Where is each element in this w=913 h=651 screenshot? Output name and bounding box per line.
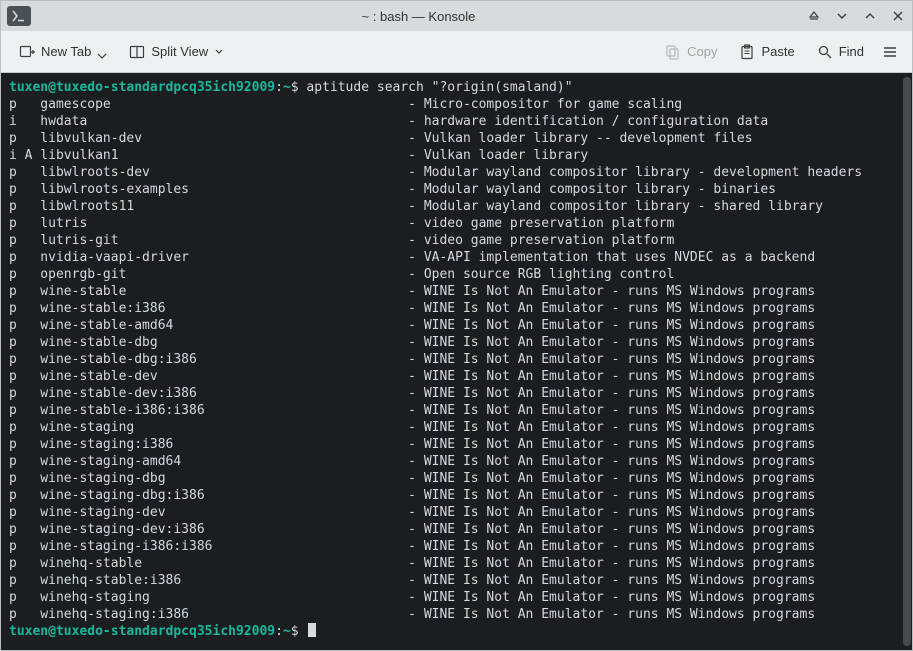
minimize-icon[interactable] (834, 8, 850, 24)
scrollbar[interactable] (903, 77, 911, 646)
new-tab-icon (19, 44, 35, 60)
terminal-output[interactable]: tuxen@tuxedo-standardpcq35ich92009:~$ ap… (5, 77, 908, 646)
titlebar[interactable]: ~ : bash — Konsole (1, 1, 912, 31)
paste-label: Paste (761, 44, 794, 59)
copy-icon (665, 44, 681, 60)
split-view-label: Split View (151, 44, 208, 59)
paste-icon (739, 44, 755, 60)
search-icon (817, 44, 833, 60)
toolbar: New Tab Split View Copy Paste (1, 31, 912, 73)
copy-label: Copy (687, 44, 717, 59)
close-icon[interactable] (890, 8, 906, 24)
find-button[interactable]: Find (809, 40, 872, 64)
chevron-down-icon[interactable] (97, 44, 107, 60)
keep-above-icon[interactable] (806, 8, 822, 24)
window-title: ~ : bash — Konsole (31, 9, 806, 24)
hamburger-menu-button[interactable] (878, 40, 902, 64)
split-view-icon (129, 44, 145, 60)
terminal-cursor (308, 623, 316, 637)
hamburger-icon (882, 44, 898, 60)
new-tab-button[interactable]: New Tab (11, 40, 115, 64)
scrollbar-thumb[interactable] (903, 77, 911, 646)
split-view-button[interactable]: Split View (121, 40, 232, 64)
chevron-down-icon[interactable] (214, 44, 224, 60)
new-tab-label: New Tab (41, 44, 91, 59)
find-label: Find (839, 44, 864, 59)
maximize-icon[interactable] (862, 8, 878, 24)
paste-button[interactable]: Paste (731, 40, 802, 64)
konsole-window: ~ : bash — Konsole New Tab (0, 0, 913, 651)
terminal-app-icon (7, 6, 31, 26)
terminal-area[interactable]: tuxen@tuxedo-standardpcq35ich92009:~$ ap… (1, 73, 912, 650)
copy-button[interactable]: Copy (657, 40, 725, 64)
window-controls (806, 8, 906, 24)
